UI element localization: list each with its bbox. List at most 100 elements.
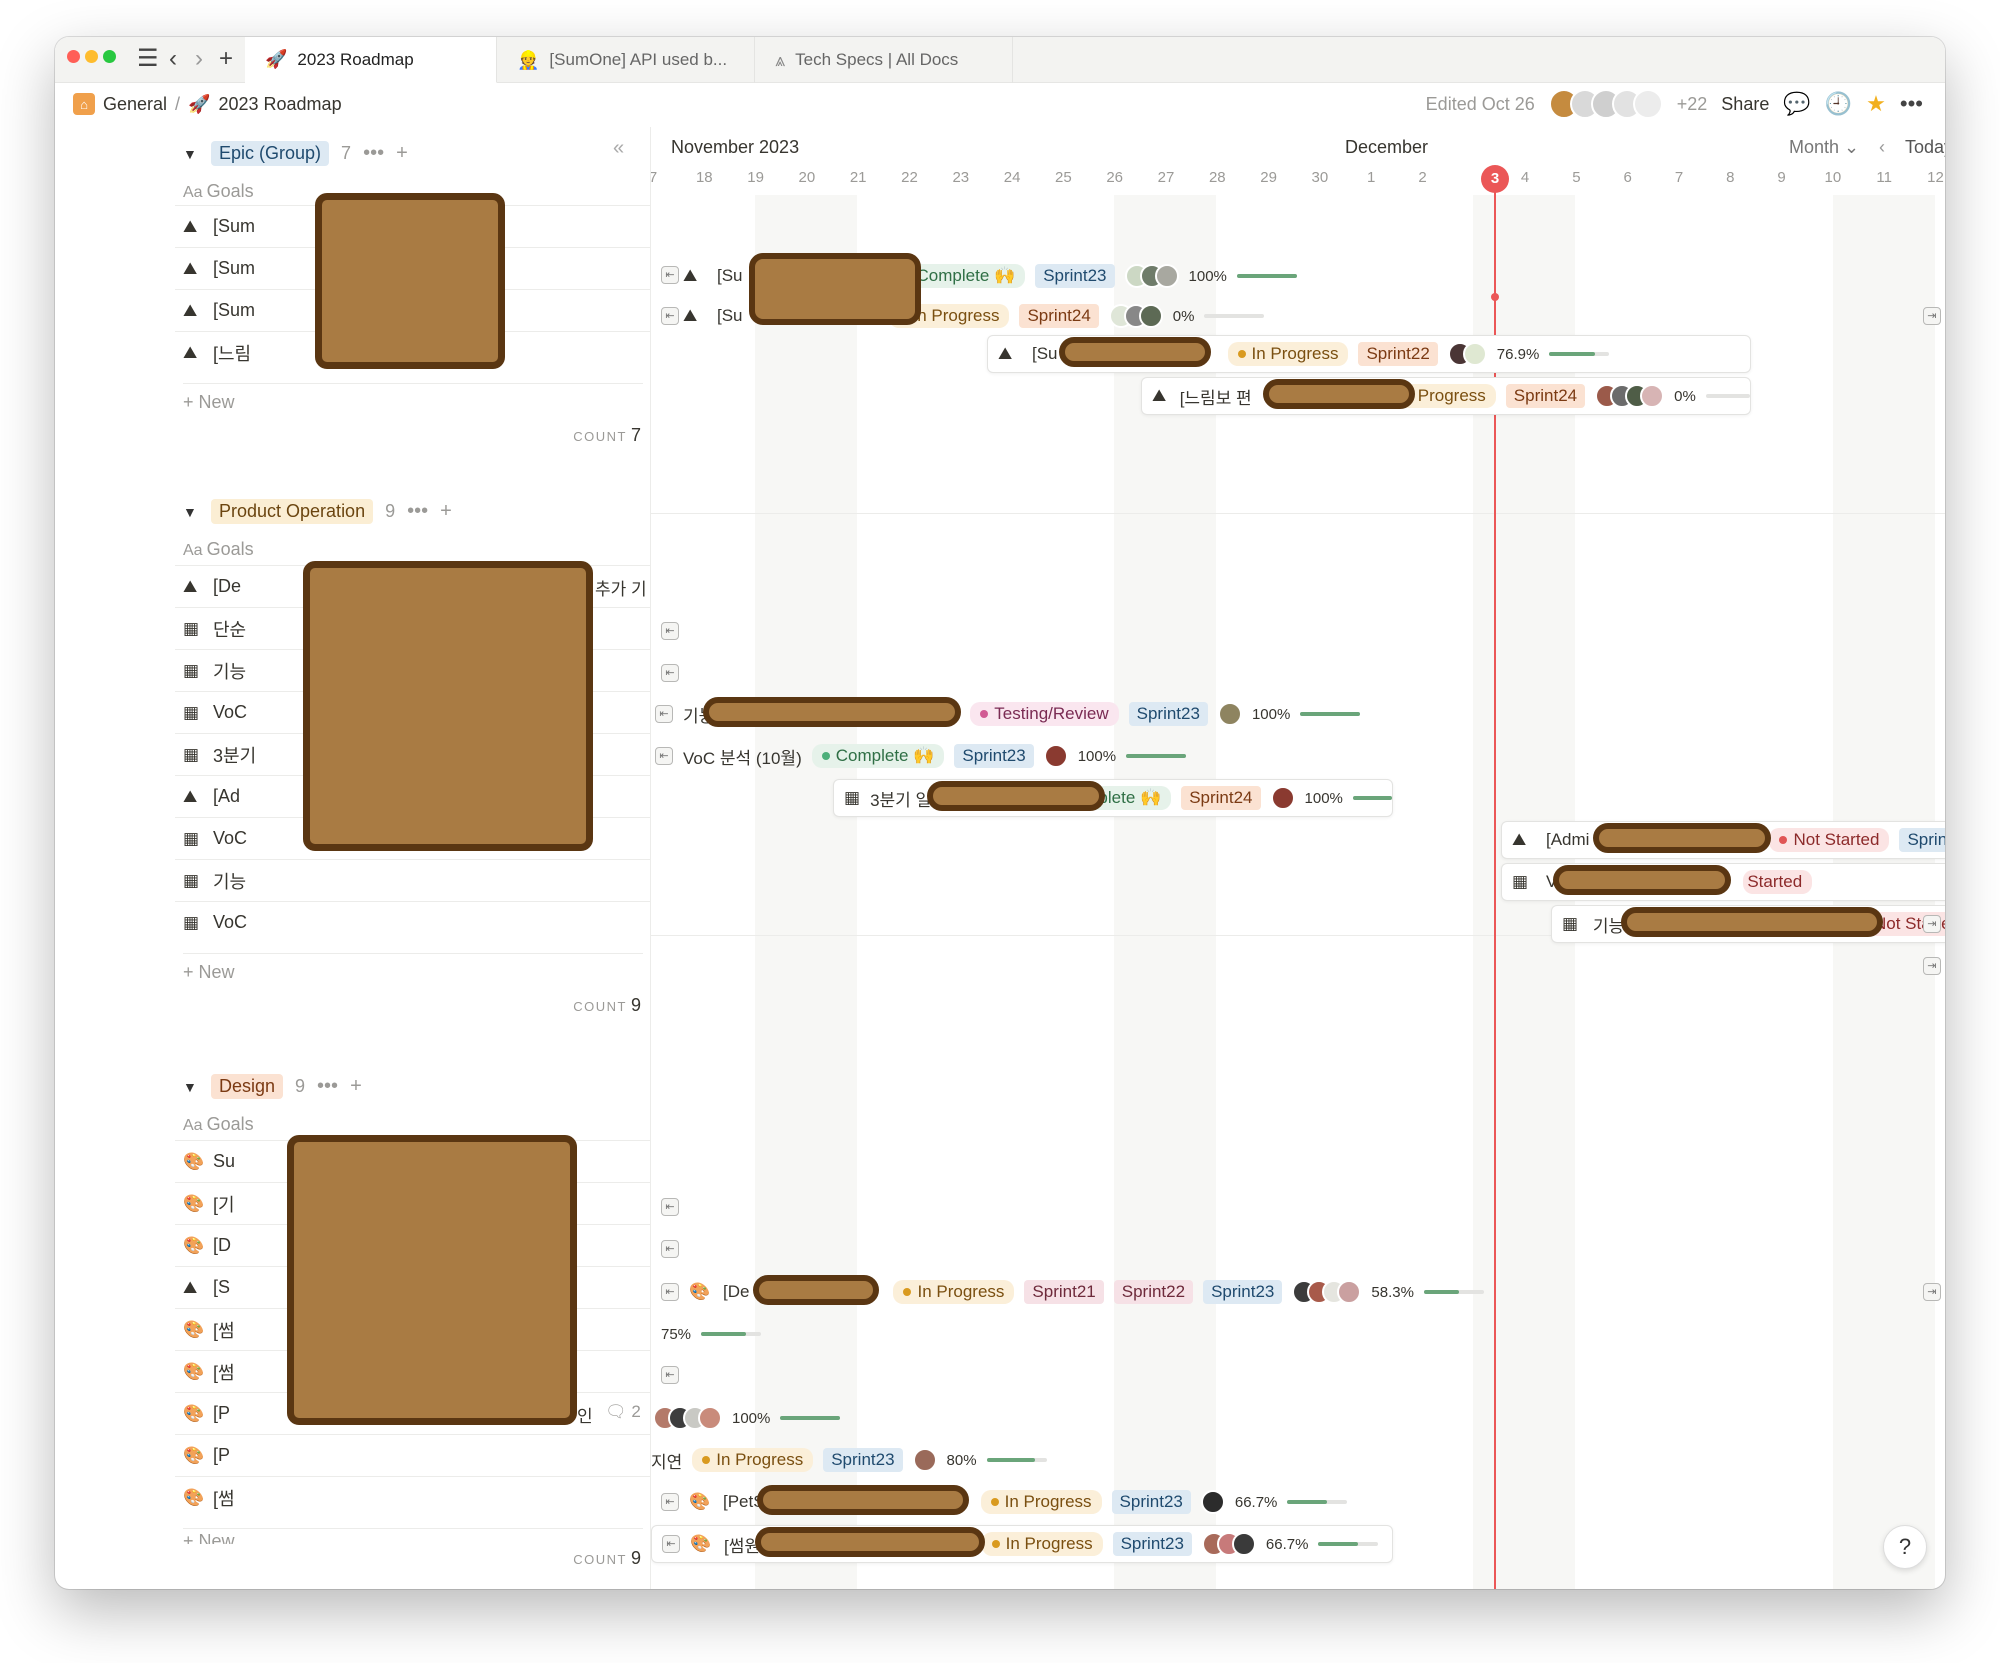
more-collaborators-count[interactable]: +22 <box>1677 94 1708 115</box>
menu-icon[interactable]: ☰ <box>137 45 159 73</box>
mountain-icon: ⛰ <box>183 216 198 236</box>
day-number: 19 <box>747 169 764 186</box>
progress-bar <box>1352 796 1392 800</box>
scroll-to-item-icon[interactable]: ⇤ <box>661 307 679 325</box>
timeline-bar[interactable]: 100% <box>653 1399 841 1437</box>
progress-bar <box>1204 314 1265 318</box>
add-icon[interactable]: + <box>440 500 452 523</box>
collaborator-avatars[interactable] <box>1548 89 1663 119</box>
close-window-button[interactable] <box>67 50 80 63</box>
table-row[interactable]: ▦ 기능 <box>175 859 650 901</box>
minimize-window-button[interactable] <box>85 50 98 63</box>
timeline-bar[interactable]: 지연 In Progress Sprint23 80% <box>651 1441 1047 1479</box>
group-count-footer: COUNT 9 <box>573 1548 641 1568</box>
prev-period-icon[interactable]: ‹ <box>1879 137 1885 158</box>
mountain-icon: ⛰ <box>183 576 198 596</box>
table-panel: « ▼ Epic (Group) 7 ••• + Aa Goals ⛰ [Sum ⛰… <box>175 127 651 1589</box>
scroll-to-item-icon[interactable]: ⇤ <box>661 1198 679 1216</box>
tab-tech-specs[interactable]: ⩓ Tech Specs | All Docs <box>755 37 1013 83</box>
status-badge: In Progress <box>692 1448 814 1472</box>
forward-icon[interactable]: › <box>195 45 203 73</box>
scroll-to-end-icon[interactable]: ⇥ <box>1923 307 1941 325</box>
caret-down-icon[interactable]: ▼ <box>183 504 199 520</box>
caret-down-icon[interactable]: ▼ <box>183 1079 199 1095</box>
column-header-goals[interactable]: Aa Goals <box>183 1114 254 1135</box>
new-row-button[interactable]: + New <box>183 383 643 413</box>
mountain-icon: ⛰ <box>183 300 198 320</box>
comments-icon[interactable]: 💬 <box>1783 91 1810 117</box>
group-tag[interactable]: Product Operation <box>211 499 374 524</box>
day-axis: 7181920212223242526272829301234567891011… <box>651 169 1945 195</box>
today-marker[interactable]: 3 <box>1481 165 1509 193</box>
group-count: 9 <box>295 1076 306 1096</box>
scroll-to-item-icon[interactable]: ⇤ <box>661 1366 679 1384</box>
comment-icon: 🗨 <box>605 1402 627 1421</box>
share-button[interactable]: Share <box>1721 94 1769 115</box>
comment-count[interactable]: 🗨 2 <box>605 1402 641 1422</box>
page-title[interactable]: 2023 Roadmap <box>218 94 341 115</box>
scroll-to-item-icon[interactable]: ⇤ <box>655 747 673 765</box>
more-icon[interactable]: ••• <box>407 500 428 523</box>
help-button[interactable]: ? <box>1883 1525 1927 1569</box>
tab-bar: ☰ ‹ › + 🚀 2023 Roadmap 👷 [SumOne] API us… <box>55 37 1945 83</box>
timeline-bar[interactable]: ⛰ [느림보 편 In Progress Sprint24 0% <box>1141 377 1751 415</box>
favorite-star-icon[interactable]: ★ <box>1866 91 1886 117</box>
scroll-to-item-icon[interactable]: ⇤ <box>662 1535 680 1553</box>
mountain-icon: ⛰ <box>1152 386 1167 405</box>
palette-icon: 🎨 <box>183 1361 205 1381</box>
new-row-button[interactable]: + New <box>183 1528 643 1544</box>
progress-percent: 76.9% <box>1496 345 1540 363</box>
progress-percent: 100% <box>1304 789 1343 807</box>
view-mode-select[interactable]: Month ⌄ <box>1789 137 1859 158</box>
column-header-goals[interactable]: Aa Goals <box>183 539 254 560</box>
scroll-to-item-icon[interactable]: ⇤ <box>661 1240 679 1258</box>
breadcrumb-general[interactable]: General <box>103 94 167 115</box>
tab-sumone-api[interactable]: 👷 [SumOne] API used b... <box>497 37 755 83</box>
table-row[interactable]: 🎨 [썸 <box>175 1476 650 1518</box>
page-header: ⌂ General / 🚀 2023 Roadmap Edited Oct 26… <box>55 83 1945 127</box>
back-icon[interactable]: ‹ <box>169 45 177 73</box>
sprint-tag: Sprint23 <box>954 744 1034 768</box>
sprint-tag: Sprint23 <box>1203 1280 1283 1304</box>
add-icon[interactable]: + <box>350 1075 362 1098</box>
new-tab-icon[interactable]: + <box>219 45 233 73</box>
table-row[interactable]: ▦ VoC <box>175 901 650 943</box>
group-tag[interactable]: Epic (Group) <box>211 141 330 166</box>
scroll-to-item-icon[interactable]: ⇤ <box>661 1493 679 1511</box>
redaction <box>1059 337 1211 367</box>
more-icon[interactable]: ••• <box>317 1075 338 1098</box>
table-row[interactable]: 🎨 [P <box>175 1434 650 1476</box>
timeline-bar[interactable]: ⇤ VoC 분석 (10월) Complete 🙌 Sprint23 100% <box>655 737 1187 775</box>
scroll-to-end-icon[interactable]: ⇥ <box>1923 1283 1941 1301</box>
palette-icon: 🎨 <box>689 1282 711 1301</box>
scroll-to-end-icon[interactable]: ⇥ <box>1923 957 1941 975</box>
progress-bar <box>1126 754 1187 758</box>
home-icon[interactable]: ⌂ <box>73 93 95 115</box>
caret-down-icon[interactable]: ▼ <box>183 146 199 162</box>
zoom-window-button[interactable] <box>103 50 116 63</box>
scroll-to-item-icon[interactable]: ⇤ <box>661 664 679 682</box>
scroll-to-item-icon[interactable]: ⇤ <box>661 266 679 284</box>
day-number: 9 <box>1777 169 1786 186</box>
timeline-bar[interactable]: ▦ 3분기 일 Complete 🙌 Sprint24 100% <box>833 779 1393 817</box>
progress-percent: 100% <box>1077 747 1117 765</box>
building-icon: ▦ <box>183 702 200 722</box>
history-icon[interactable]: 🕘 <box>1825 91 1852 117</box>
progress-bar <box>1287 1500 1348 1504</box>
more-options-icon[interactable]: ••• <box>1900 91 1923 117</box>
today-button[interactable]: Today <box>1905 137 1945 158</box>
timeline-bar[interactable]: 75% <box>661 1315 762 1353</box>
sprint-tag: Sprint22 <box>1358 342 1438 366</box>
scroll-to-end-icon[interactable]: ⇥ <box>1923 915 1941 933</box>
column-header-goals[interactable]: Aa Goals <box>183 181 254 202</box>
scroll-to-item-icon[interactable]: ⇤ <box>661 622 679 640</box>
text-property-icon: Aa <box>183 184 203 201</box>
group-tag[interactable]: Design <box>211 1074 284 1099</box>
progress-bar <box>1705 394 1750 398</box>
scroll-to-item-icon[interactable]: ⇤ <box>655 705 673 723</box>
scroll-to-item-icon[interactable]: ⇤ <box>661 1283 679 1301</box>
new-row-button[interactable]: + New <box>183 953 643 983</box>
tab-2023-roadmap[interactable]: 🚀 2023 Roadmap <box>245 37 497 83</box>
more-icon[interactable]: ••• <box>363 142 384 165</box>
add-icon[interactable]: + <box>396 142 408 165</box>
